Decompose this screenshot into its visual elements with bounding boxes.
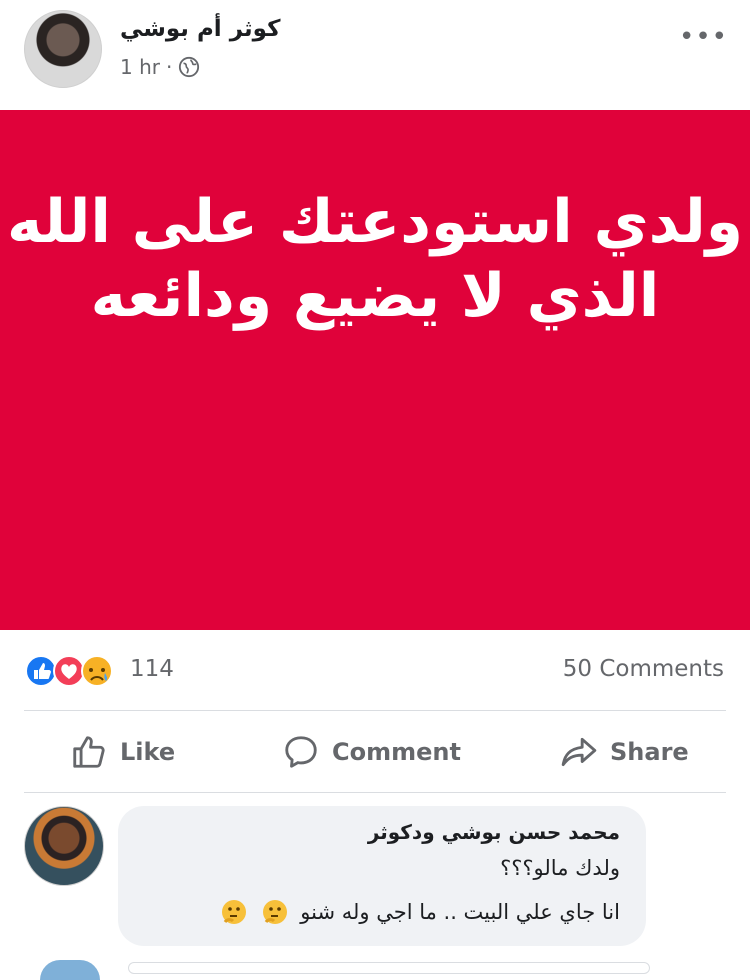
comment-icon	[285, 736, 317, 768]
thumbs-up-icon	[73, 736, 105, 768]
comment-text-line-1: ولدك مالو؟؟؟	[500, 856, 620, 880]
thinking-face-icon	[262, 900, 287, 924]
commenter-avatar[interactable]	[24, 806, 104, 886]
divider	[24, 792, 726, 793]
comment-text-line-2-text: انا جاي علي البيت .. ما اجي وله شنو	[300, 900, 620, 924]
thinking-face-icon	[221, 900, 246, 924]
next-commenter-avatar[interactable]	[40, 960, 100, 980]
post-image-text: ولدي استودعتك على الله الذي لا يضيع ودائ…	[0, 185, 750, 333]
post-image-line-1: ولدي استودعتك على الله	[6, 187, 744, 257]
comments-count[interactable]: 50 Comments	[563, 656, 724, 682]
like-label: Like	[120, 738, 176, 766]
meta-separator: ·	[165, 55, 173, 79]
post-meta: 1 hr ·	[120, 55, 200, 79]
author-name[interactable]: كوثر أم بوشي	[120, 16, 280, 42]
share-label: Share	[610, 738, 689, 766]
reaction-icons[interactable]	[24, 654, 120, 688]
post-header: كوثر أم بوشي 1 hr · •••	[0, 0, 750, 110]
author-avatar[interactable]	[24, 10, 102, 88]
like-button[interactable]: Like	[70, 712, 175, 792]
reaction-count[interactable]: 114	[130, 656, 174, 682]
love-icon	[53, 655, 85, 687]
comment-bubble: محمد حسن بوشي ودكوثر ولدك مالو؟؟؟ انا جا…	[118, 806, 646, 946]
globe-icon	[179, 56, 200, 78]
share-button[interactable]: Share	[560, 712, 689, 792]
ellipsis-icon[interactable]: •••	[679, 22, 728, 52]
post-image-line-2: الذي لا يضيع ودائعه	[90, 261, 660, 331]
commenter-name[interactable]: محمد حسن بوشي ودكوثر	[368, 820, 620, 844]
post-time[interactable]: 1 hr	[120, 55, 160, 79]
comment-label: Comment	[332, 738, 461, 766]
reactions-row: 114 50 Comments	[0, 640, 750, 700]
post-actions: Like Comment Share	[0, 712, 750, 792]
like-icon	[25, 655, 57, 687]
share-icon	[561, 737, 597, 767]
comment-input[interactable]	[128, 962, 650, 974]
sad-icon	[81, 655, 113, 687]
comment-text-line-2: انا جاي علي البيت .. ما اجي وله شنو	[219, 898, 620, 928]
comment-button[interactable]: Comment	[282, 712, 461, 792]
divider	[24, 710, 726, 711]
